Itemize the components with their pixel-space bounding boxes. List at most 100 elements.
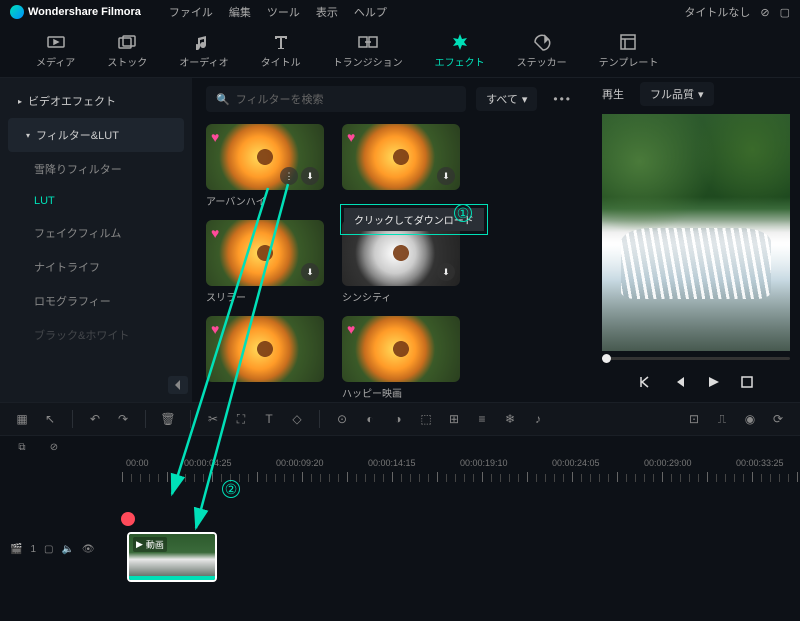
record-icon[interactable]: ◉	[740, 409, 760, 429]
app-logo: Wondershare Filmora	[10, 5, 141, 19]
sidebar-collapse[interactable]	[168, 376, 188, 394]
speed-icon[interactable]: ⊙	[332, 409, 352, 429]
audio-icon[interactable]: ♪	[528, 409, 548, 429]
sticker-icon	[532, 32, 552, 52]
sidebar-item-fake[interactable]: フェイクフィルム	[0, 216, 192, 250]
greenscreen-icon[interactable]: ⬚	[416, 409, 436, 429]
cursor-icon[interactable]: ↖	[40, 409, 60, 429]
preview-play-label: 再生	[602, 86, 624, 102]
scrubber[interactable]	[592, 351, 800, 366]
effect-icon	[450, 32, 470, 52]
tab-effect[interactable]: エフェクト	[419, 28, 501, 73]
titlebar: Wondershare Filmora ファイル 編集 ツール 表示 ヘルプ タ…	[0, 0, 800, 24]
tab-sticker[interactable]: ステッカー	[501, 28, 583, 73]
filter-dropdown[interactable]: すべて ▾	[476, 87, 537, 111]
status-icon: ⊘	[760, 6, 769, 19]
menu-edit[interactable]: 編集	[229, 4, 251, 20]
download-icon[interactable]: ⬇	[437, 263, 455, 281]
options-icon[interactable]: ⋮	[280, 167, 298, 185]
mute-icon[interactable]: 🔈	[61, 544, 73, 555]
heart-icon: ♥	[347, 129, 355, 145]
time-mark: 00:00:14:15	[368, 458, 416, 468]
tab-audio[interactable]: オーディオ	[163, 28, 244, 73]
filter-item[interactable]: ♥	[206, 316, 324, 400]
tab-stock[interactable]: ストック	[91, 28, 163, 73]
time-mark: 00:00:29:00	[644, 458, 692, 468]
filter-item[interactable]: ♥⬇	[342, 124, 460, 208]
time-mark: 00:00:33:25	[736, 458, 784, 468]
play-controls	[592, 366, 800, 402]
eye-icon[interactable]: 👁	[82, 544, 95, 555]
quality-dropdown[interactable]: フル品質 ▾	[640, 82, 714, 106]
link-icon[interactable]: ⊘	[44, 437, 64, 457]
trash-icon[interactable]: 🗑	[158, 409, 178, 429]
track-label: 🎬 1 ▢ 🔈 👁	[0, 538, 122, 560]
sidebar-cat-filter-lut[interactable]: フィルター&LUT	[8, 118, 184, 152]
heart-icon: ♥	[347, 321, 355, 337]
filter-item[interactable]: ♥ ハッピー映画	[342, 316, 460, 400]
pip-icon[interactable]: ⊞	[444, 409, 464, 429]
crop-icon[interactable]: ⛶	[231, 409, 251, 429]
video-track-icon[interactable]: 🎬	[10, 544, 22, 555]
menu-tool[interactable]: ツール	[267, 4, 300, 20]
play-icon[interactable]	[703, 372, 723, 392]
download-icon[interactable]: ⬇	[437, 167, 455, 185]
sidebar-item-lut[interactable]: LUT	[0, 186, 192, 216]
menu-help[interactable]: ヘルプ	[354, 4, 387, 20]
download-icon[interactable]: ⬇	[301, 263, 319, 281]
tab-transition[interactable]: トランジション	[317, 28, 419, 73]
chevron-down-icon: ▾	[522, 93, 528, 106]
sidebar-item-bw[interactable]: ブラック&ホワイト	[0, 318, 192, 352]
tab-template[interactable]: テンプレート	[583, 28, 675, 73]
copy-icon[interactable]: ⧉	[12, 437, 32, 457]
heart-icon: ♥	[211, 129, 219, 145]
cut-icon[interactable]: ✂	[203, 409, 223, 429]
redo-icon[interactable]: ↷	[113, 409, 133, 429]
mixer-icon[interactable]: ⎍	[712, 409, 732, 429]
filter-item[interactable]: ♥ ⬇⋮ アーバンハイ	[206, 124, 324, 208]
filter-item[interactable]: ♥⬇ スリラー	[206, 220, 324, 304]
menu-file[interactable]: ファイル	[169, 4, 213, 20]
keyframe-icon[interactable]: ◇	[287, 409, 307, 429]
sidebar-item-snow[interactable]: 雪降りフィルター	[0, 152, 192, 186]
tab-media[interactable]: メディア	[20, 28, 91, 73]
grid-icon[interactable]: ▦	[12, 409, 32, 429]
preview-video[interactable]	[602, 114, 790, 351]
search-icon: 🔍	[216, 93, 230, 106]
doc-title: タイトルなし	[684, 4, 750, 20]
sidebar-cat-video-effect[interactable]: ビデオエフェクト	[0, 84, 192, 118]
render-icon[interactable]: ⟳	[768, 409, 788, 429]
undo-icon[interactable]: ↶	[85, 409, 105, 429]
lock-icon[interactable]: ▢	[44, 544, 53, 555]
time-mark: 00:00:24:05	[552, 458, 600, 468]
align-icon[interactable]: ≡	[472, 409, 492, 429]
more-button[interactable]: •••	[547, 88, 578, 110]
clip-label: ▶動画	[133, 537, 167, 552]
prev-icon[interactable]	[669, 372, 689, 392]
timeline-ticks	[122, 474, 800, 482]
window-expand-icon[interactable]: ▢	[780, 6, 790, 19]
zoom-fit-icon[interactable]: ⊡	[684, 409, 704, 429]
sidebar-item-lomo[interactable]: ロモグラフィー	[0, 284, 192, 318]
stop-icon[interactable]	[737, 372, 757, 392]
filter-label: アーバンハイ	[206, 193, 324, 208]
filter-label	[342, 193, 460, 204]
search-input[interactable]: 🔍 フィルターを検索	[206, 86, 466, 112]
timeline[interactable]: 00:00 00:00:04:25 00:00:09:20 00:00:14:1…	[0, 458, 800, 598]
menu-view[interactable]: 表示	[316, 4, 338, 20]
filter-label	[206, 385, 324, 396]
tab-title[interactable]: タイトル	[245, 28, 317, 73]
mask-icon[interactable]: ◑	[388, 409, 408, 429]
template-icon	[618, 32, 638, 52]
color-icon[interactable]: ◐	[360, 409, 380, 429]
timeline-head: ⧉ ⊘	[0, 436, 800, 458]
download-icon[interactable]: ⬇	[301, 167, 319, 185]
effect-sidebar: ビデオエフェクト フィルター&LUT 雪降りフィルター LUT フェイクフィルム…	[0, 78, 192, 402]
sidebar-item-night[interactable]: ナイトライフ	[0, 250, 192, 284]
freeze-icon[interactable]: ❄	[500, 409, 520, 429]
time-mark: 00:00	[126, 458, 149, 468]
time-mark: 00:00:19:10	[460, 458, 508, 468]
text-icon[interactable]: T	[259, 409, 279, 429]
timeline-clip[interactable]: ▶動画	[127, 532, 217, 582]
prev-frame-icon[interactable]	[635, 372, 655, 392]
